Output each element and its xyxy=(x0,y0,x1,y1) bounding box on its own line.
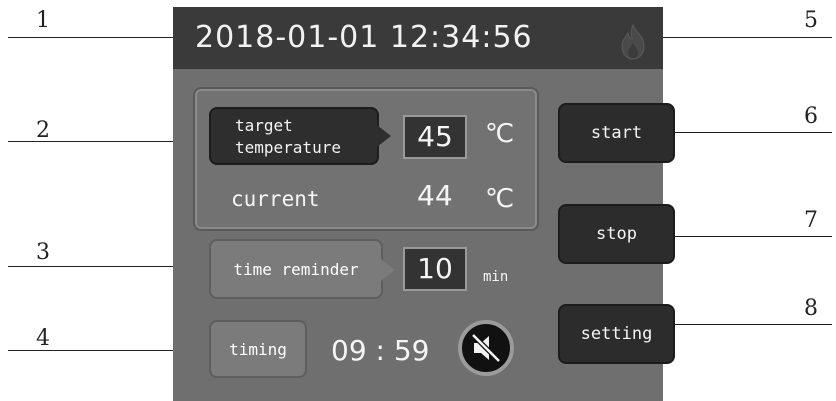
control-panel: 2018-01-01 12:34:56 target temperature 4… xyxy=(173,7,675,401)
callout-4: 4 xyxy=(36,326,50,351)
stop-button[interactable]: stop xyxy=(558,204,675,264)
callout-7: 7 xyxy=(804,208,818,233)
callout-8-line xyxy=(660,324,832,325)
current-temperature-value: 44 xyxy=(417,179,453,212)
callout-5: 5 xyxy=(804,8,818,33)
setting-button[interactable]: setting xyxy=(558,304,675,364)
callout-6: 6 xyxy=(804,104,818,129)
target-arrow-icon xyxy=(377,125,391,147)
temperature-group: target temperature 45 ℃ current 44 ℃ xyxy=(193,87,539,231)
datetime-display: 2018-01-01 12:34:56 xyxy=(195,20,533,55)
countdown-display: 09 : 59 xyxy=(331,334,430,367)
callout-6-line xyxy=(660,132,832,133)
callout-3: 3 xyxy=(36,240,50,265)
start-button[interactable]: start xyxy=(558,103,675,163)
time-reminder-value[interactable]: 10 xyxy=(403,247,467,291)
current-temperature-label: current xyxy=(231,187,320,211)
callout-1: 1 xyxy=(36,8,50,33)
time-reminder-unit: min xyxy=(483,269,509,285)
callout-2-line xyxy=(8,141,198,142)
callout-5-line xyxy=(640,37,832,38)
status-bar: 2018-01-01 12:34:56 xyxy=(173,7,663,69)
target-temperature-value[interactable]: 45 xyxy=(403,115,467,159)
time-reminder-button[interactable]: time reminder xyxy=(209,239,383,299)
target-temperature-button[interactable]: target temperature xyxy=(209,107,379,165)
target-temperature-label-line2: temperature xyxy=(235,138,341,157)
flame-icon xyxy=(621,24,645,60)
mute-icon xyxy=(471,333,501,363)
target-temperature-unit: ℃ xyxy=(485,119,515,149)
timing-button[interactable]: timing xyxy=(209,320,307,378)
time-reminder-label: time reminder xyxy=(233,259,359,279)
current-temperature-unit: ℃ xyxy=(485,184,515,214)
callout-2: 2 xyxy=(36,118,50,143)
mute-button[interactable] xyxy=(458,320,514,376)
callout-7-line xyxy=(660,236,832,237)
callout-8: 8 xyxy=(804,296,818,321)
reminder-arrow-icon xyxy=(381,259,395,281)
timing-label: timing xyxy=(229,339,287,359)
target-temperature-label-line1: target xyxy=(235,116,293,135)
